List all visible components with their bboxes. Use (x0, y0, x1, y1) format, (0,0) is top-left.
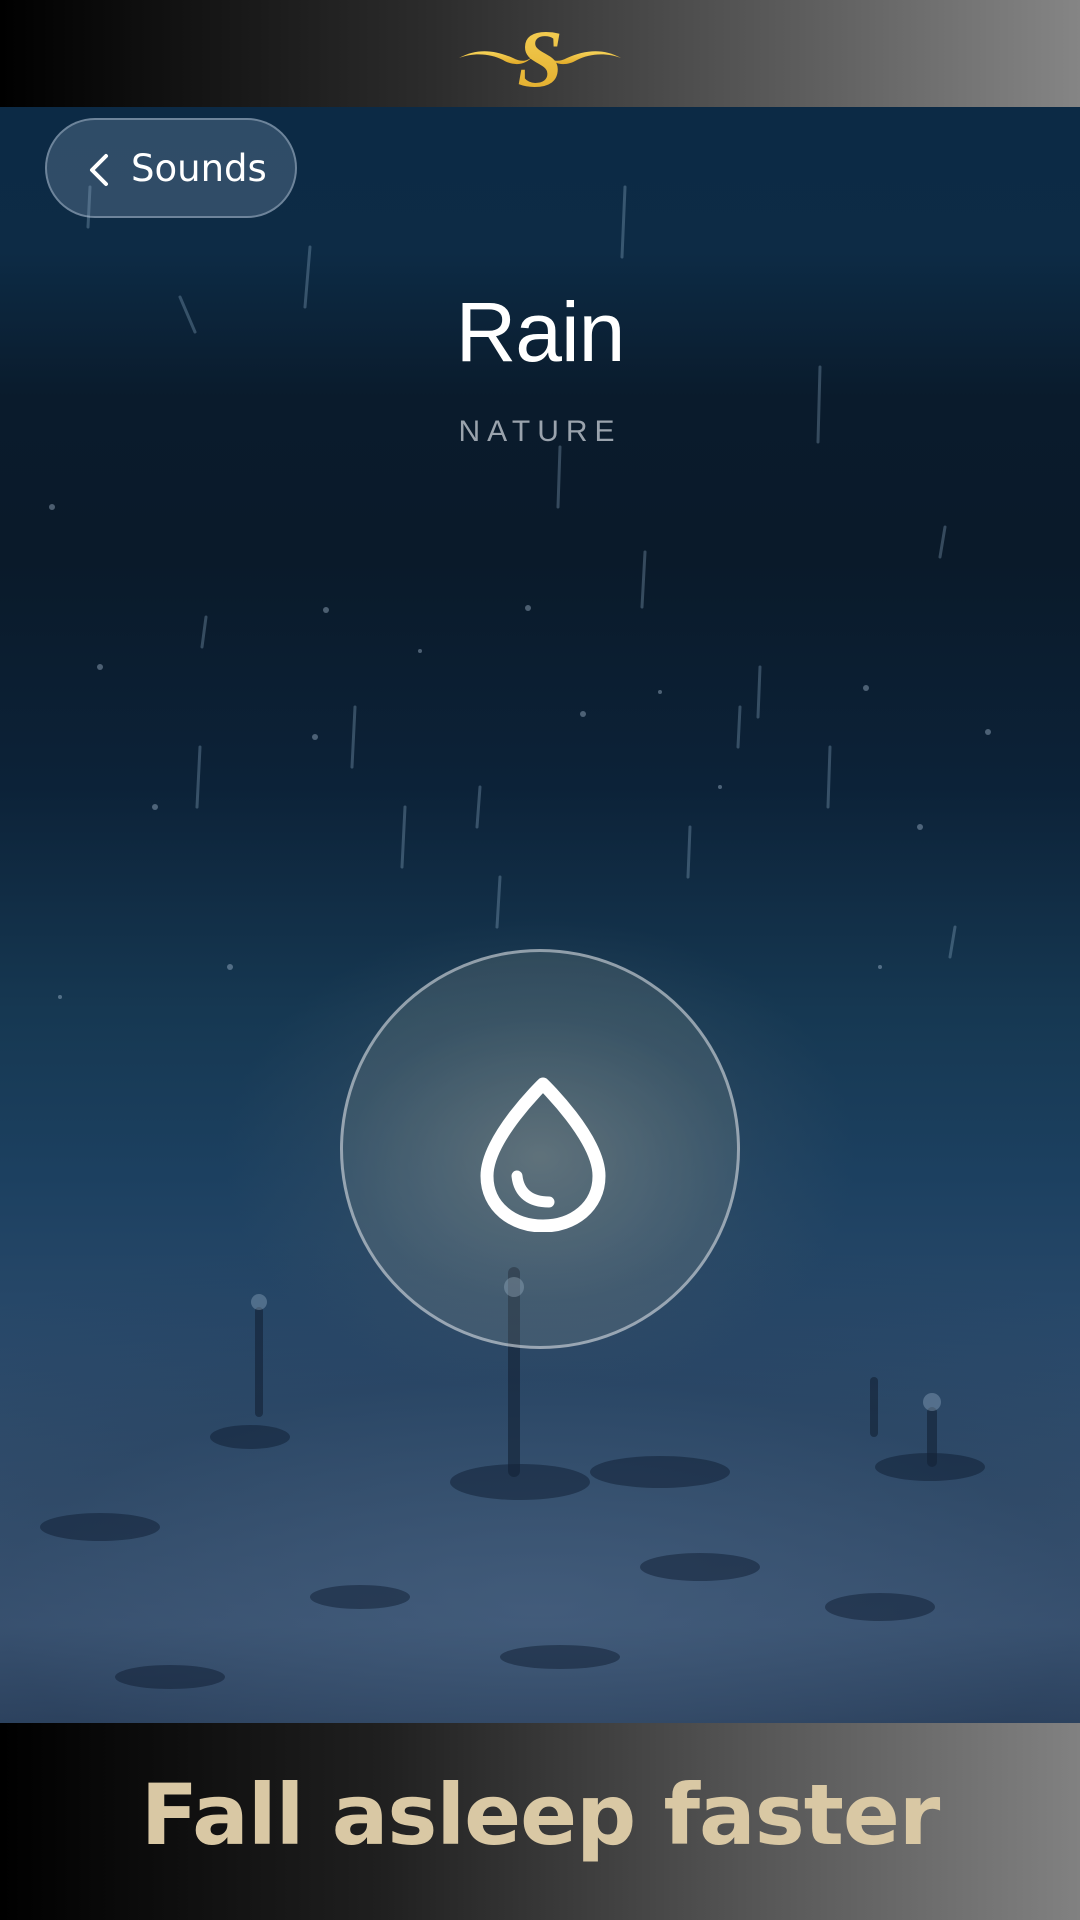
chevron-left-icon (90, 154, 108, 186)
back-button-label: Sounds (131, 147, 267, 190)
brand-logo: S (459, 13, 621, 98)
back-to-sounds-button[interactable]: Sounds (45, 118, 297, 218)
water-drop-icon (480, 1077, 606, 1232)
tagline-footer: Fall asleep faster (0, 1723, 1080, 1920)
logo-letter: S (517, 13, 563, 98)
tagline-text: Fall asleep faster (140, 1766, 941, 1864)
sound-title: Rain (455, 285, 626, 379)
sound-play-button[interactable] (340, 949, 740, 1349)
sound-category: NATURE (458, 415, 622, 448)
app-screen: S Sounds Rain NATURE Fall asleep faster (0, 0, 1080, 1920)
brand-header: S (0, 0, 1080, 107)
